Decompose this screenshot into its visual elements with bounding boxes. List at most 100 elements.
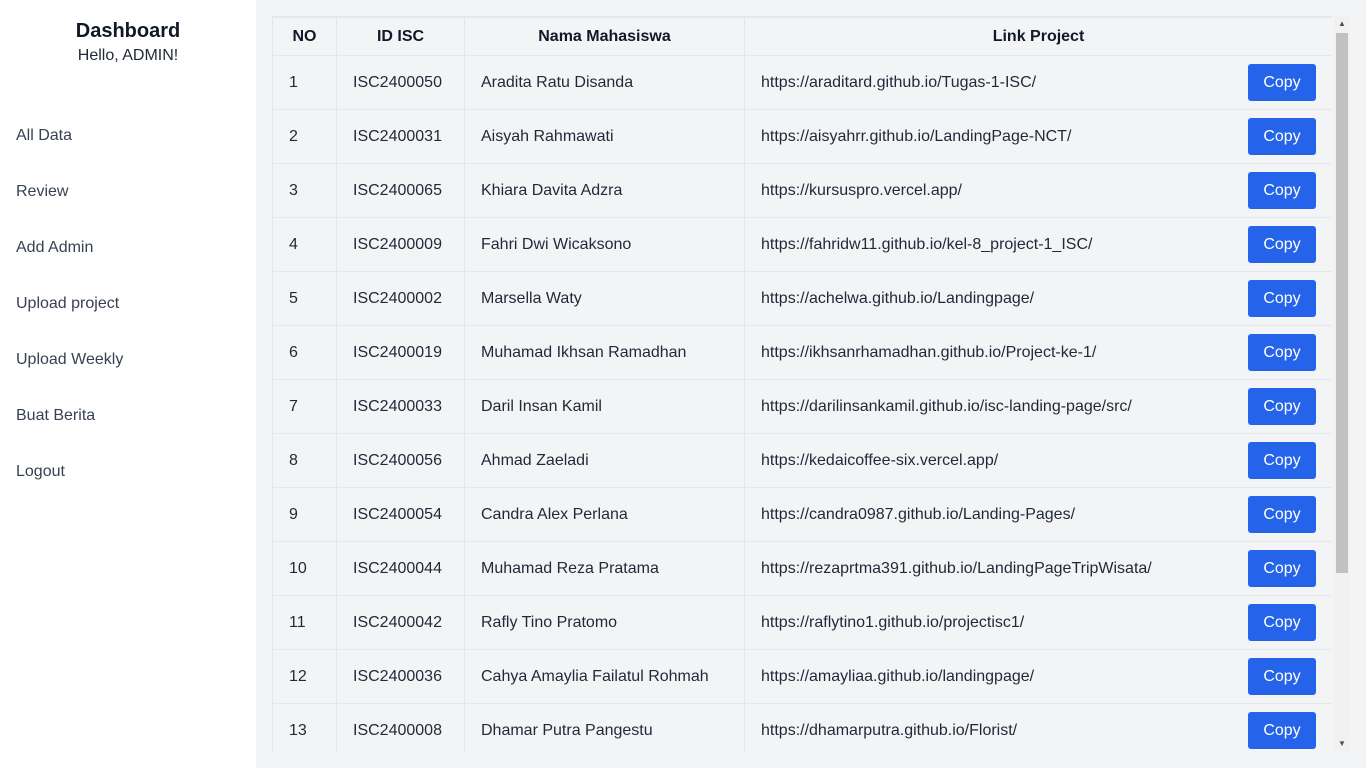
link-text: https://amayliaa.github.io/landingpage/ xyxy=(761,667,1035,685)
sidebar-item-review[interactable]: Review xyxy=(0,164,256,220)
cell-link-project: https://aisyahrr.github.io/LandingPage-N… xyxy=(744,109,1332,164)
cell-nama-mahasiswa: Muhamad Ikhsan Ramadhan xyxy=(464,325,745,380)
link-text: https://kedaicoffee-six.vercel.app/ xyxy=(761,451,999,469)
header-id-isc: ID ISC xyxy=(336,17,465,56)
cell-nama-mahasiswa: Aisyah Rahmawati xyxy=(464,109,745,164)
copy-button[interactable]: Copy xyxy=(1248,64,1316,101)
link-text: https://candra0987.github.io/Landing-Pag… xyxy=(761,505,1076,523)
cell-nama-mahasiswa: Fahri Dwi Wicaksono xyxy=(464,217,745,272)
sidebar-nav: All Data Review Add Admin Upload project… xyxy=(0,108,256,500)
table-row: 1 ISC2400050 Aradita Ratu Disanda https://a… xyxy=(272,55,1332,110)
cell-link-project: https://araditard.github.io/Tugas-1-ISC/… xyxy=(744,55,1332,110)
sidebar-brand: Dashboard Hello, ADMIN! xyxy=(0,0,256,66)
table-row: 2 ISC2400031 Aisyah Rahmawati https://aisya… xyxy=(272,109,1332,164)
cell-link-project: https://amayliaa.github.io/landingpage/C… xyxy=(744,649,1332,704)
cell-nama-mahasiswa: Muhamad Reza Pratama xyxy=(464,541,745,596)
scroll-thumb[interactable] xyxy=(1336,33,1348,573)
table-row: 11 ISC2400042 Rafly Tino Pratomo https://ra… xyxy=(272,595,1332,650)
cell-no: 6 xyxy=(272,325,337,380)
link-text: https://kursuspro.vercel.app/ xyxy=(761,181,962,199)
sidebar-item-upload-project[interactable]: Upload project xyxy=(0,276,256,332)
vertical-scrollbar[interactable]: ▲ ▼ xyxy=(1334,16,1350,752)
copy-button[interactable]: Copy xyxy=(1248,712,1316,749)
copy-button[interactable]: Copy xyxy=(1248,172,1316,209)
cell-link-project: https://fahridw11.github.io/kel-8_projec… xyxy=(744,217,1332,272)
cell-id-isc: ISC2400056 xyxy=(336,433,465,488)
table-row: 10 ISC2400044 Muhamad Reza Pratama https://… xyxy=(272,541,1332,596)
cell-id-isc: ISC2400033 xyxy=(336,379,465,434)
cell-link-project: https://rezaprtma391.github.io/LandingPa… xyxy=(744,541,1332,596)
cell-link-project: https://dhamarputra.github.io/Florist/Co… xyxy=(744,703,1332,752)
copy-button[interactable]: Copy xyxy=(1248,388,1316,425)
cell-link-project: https://ikhsanrhamadhan.github.io/Projec… xyxy=(744,325,1332,380)
cell-id-isc: ISC2400050 xyxy=(336,55,465,110)
cell-link-project: https://kedaicoffee-six.vercel.app/Copy xyxy=(744,433,1332,488)
projects-table-container: NO ID ISC Nama Mahasiswa Link Project 1I… xyxy=(272,16,1332,752)
scroll-down-arrow-icon[interactable]: ▼ xyxy=(1334,736,1350,752)
link-text: https://ikhsanrhamadhan.github.io/Projec… xyxy=(761,343,1097,361)
table-row: 5 ISC2400002 Marsella Waty https://achelwa.… xyxy=(272,271,1332,326)
cell-nama-mahasiswa: Rafly Tino Pratomo xyxy=(464,595,745,650)
copy-button[interactable]: Copy xyxy=(1248,280,1316,317)
table-row: 12 ISC2400036 Cahya Amaylia Failatul Rohma… xyxy=(272,649,1332,704)
cell-id-isc: ISC2400054 xyxy=(336,487,465,542)
table-body: 1 ISC2400050 Aradita Ratu Disanda https://a… xyxy=(272,55,1332,752)
copy-button[interactable]: Copy xyxy=(1248,334,1316,371)
table-row: 6 ISC2400019 Muhamad Ikhsan Ramadhan https:… xyxy=(272,325,1332,380)
cell-no: 12 xyxy=(272,649,337,704)
cell-id-isc: ISC2400009 xyxy=(336,217,465,272)
table-row: 3 ISC2400065 Khiara Davita Adzra https://ku… xyxy=(272,163,1332,218)
copy-button[interactable]: Copy xyxy=(1248,496,1316,533)
link-text: https://raflytino1.github.io/projectisc1… xyxy=(761,613,1025,631)
cell-no: 11 xyxy=(272,595,337,650)
sidebar-item-all-data[interactable]: All Data xyxy=(0,108,256,164)
table-row: 13 ISC2400008 Dhamar Putra Pangestu https:/… xyxy=(272,703,1332,752)
sidebar-item-upload-weekly[interactable]: Upload Weekly xyxy=(0,332,256,388)
link-text: https://aisyahrr.github.io/LandingPage-N… xyxy=(761,127,1072,145)
table-row: 7 ISC2400033 Daril Insan Kamil https://dari… xyxy=(272,379,1332,434)
cell-nama-mahasiswa: Daril Insan Kamil xyxy=(464,379,745,434)
cell-nama-mahasiswa: Candra Alex Perlana xyxy=(464,487,745,542)
link-text: https://araditard.github.io/Tugas-1-ISC/ xyxy=(761,73,1037,91)
greeting-text: Hello, ADMIN! xyxy=(77,47,179,64)
dashboard-title: Dashboard xyxy=(75,20,181,42)
copy-button[interactable]: Copy xyxy=(1248,550,1316,587)
cell-id-isc: ISC2400031 xyxy=(336,109,465,164)
cell-no: 7 xyxy=(272,379,337,434)
cell-id-isc: ISC2400042 xyxy=(336,595,465,650)
cell-no: 4 xyxy=(272,217,337,272)
header-nama-mahasiswa: Nama Mahasiswa xyxy=(464,17,745,56)
table-row: 9 ISC2400054 Candra Alex Perlana https://ca… xyxy=(272,487,1332,542)
copy-button[interactable]: Copy xyxy=(1248,604,1316,641)
cell-no: 3 xyxy=(272,163,337,218)
cell-nama-mahasiswa: Cahya Amaylia Failatul Rohmah xyxy=(464,649,745,704)
cell-id-isc: ISC2400036 xyxy=(336,649,465,704)
sidebar-item-add-admin[interactable]: Add Admin xyxy=(0,220,256,276)
cell-nama-mahasiswa: Marsella Waty xyxy=(464,271,745,326)
cell-nama-mahasiswa: Dhamar Putra Pangestu xyxy=(464,703,745,752)
table-header-row: NO ID ISC Nama Mahasiswa Link Project xyxy=(272,17,1332,56)
table-row: 4 ISC2400009 Fahri Dwi Wicaksono https://fa… xyxy=(272,217,1332,272)
cell-link-project: https://raflytino1.github.io/projectisc1… xyxy=(744,595,1332,650)
copy-button[interactable]: Copy xyxy=(1248,442,1316,479)
cell-link-project: https://darilinsankamil.github.io/isc-la… xyxy=(744,379,1332,434)
copy-button[interactable]: Copy xyxy=(1248,118,1316,155)
sidebar-item-buat-berita[interactable]: Buat Berita xyxy=(0,388,256,444)
cell-id-isc: ISC2400044 xyxy=(336,541,465,596)
scroll-up-arrow-icon[interactable]: ▲ xyxy=(1334,16,1350,32)
cell-no: 10 xyxy=(272,541,337,596)
cell-no: 1 xyxy=(272,55,337,110)
cell-id-isc: ISC2400002 xyxy=(336,271,465,326)
table-row: 8 ISC2400056 Ahmad Zaeladi https://kedaicof… xyxy=(272,433,1332,488)
cell-id-isc: ISC2400008 xyxy=(336,703,465,752)
cell-nama-mahasiswa: Aradita Ratu Disanda xyxy=(464,55,745,110)
link-text: https://darilinsankamil.github.io/isc-la… xyxy=(761,397,1132,415)
copy-button[interactable]: Copy xyxy=(1248,226,1316,263)
sidebar-item-logout[interactable]: Logout xyxy=(0,444,256,500)
cell-no: 8 xyxy=(272,433,337,488)
cell-nama-mahasiswa: Ahmad Zaeladi xyxy=(464,433,745,488)
main-content: NO ID ISC Nama Mahasiswa Link Project 1I… xyxy=(256,0,1366,768)
cell-link-project: https://kursuspro.vercel.app/Copy xyxy=(744,163,1332,218)
copy-button[interactable]: Copy xyxy=(1248,658,1316,695)
cell-id-isc: ISC2400019 xyxy=(336,325,465,380)
